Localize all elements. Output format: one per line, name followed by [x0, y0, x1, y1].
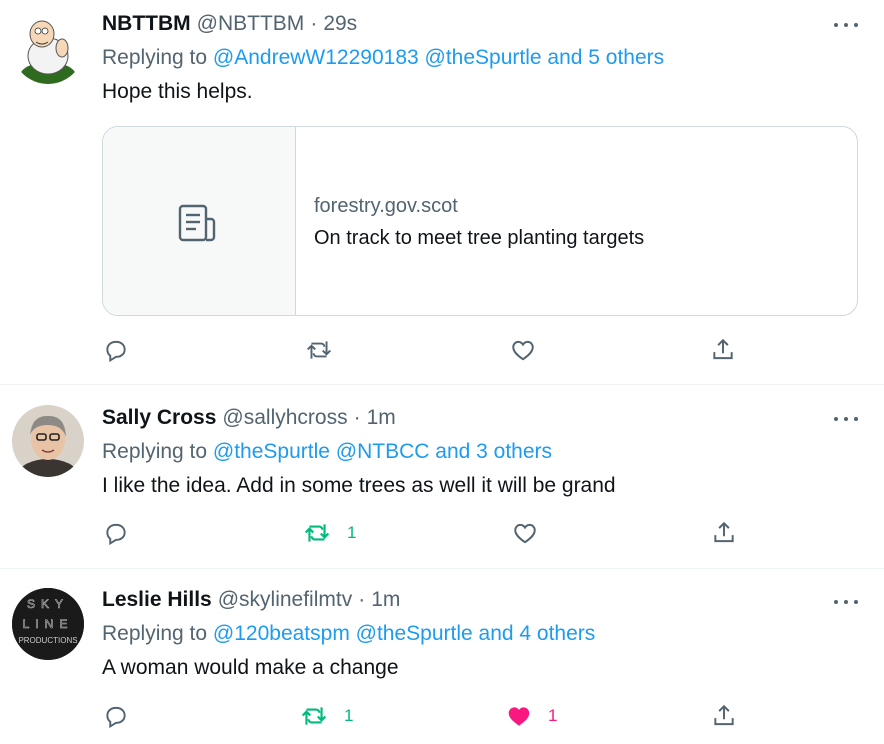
avatar[interactable]: [12, 405, 84, 477]
replying-prefix: Replying to: [102, 440, 208, 463]
replying-prefix: Replying to: [102, 46, 208, 69]
heart-icon: [512, 340, 534, 361]
display-name[interactable]: NBTTBM: [102, 12, 191, 36]
like-button[interactable]: [512, 520, 538, 546]
reply-button[interactable]: [103, 703, 129, 729]
heart-filled-icon: [508, 707, 530, 726]
reply-icon: [106, 706, 126, 729]
replying-to: Replying to @theSpurtle @NTBCC and 3 oth…: [102, 440, 552, 464]
more-options-icon[interactable]: [834, 21, 858, 29]
separator-dot: ·: [358, 588, 366, 611]
like-button[interactable]: [510, 337, 536, 363]
tweet-actions: 1: [0, 520, 884, 550]
svg-text:SKY: SKY: [27, 597, 69, 611]
display-name[interactable]: Leslie Hills: [102, 588, 212, 612]
retweet-count: 1: [344, 706, 354, 725]
tweet-header: Sally Cross @sallyhcross · 1m: [102, 406, 396, 430]
user-handle[interactable]: @NBTTBM: [197, 12, 305, 36]
share-button[interactable]: [710, 337, 736, 363]
tweet[interactable]: SKY LINE PRODUCTIONS Leslie Hills @skyli…: [0, 568, 884, 744]
like-count: 1: [548, 706, 558, 725]
reply-button[interactable]: [103, 337, 129, 363]
svg-text:LINE: LINE: [23, 617, 74, 631]
retweet-icon: [301, 707, 327, 725]
replying-links[interactable]: @AndrewW12290183 @theSpurtle and 5 other…: [213, 46, 664, 69]
share-icon: [714, 704, 734, 726]
share-icon: [714, 521, 734, 543]
reply-button[interactable]: [103, 520, 129, 546]
article-icon: [178, 204, 216, 242]
tweet-actions: 1 1: [0, 703, 884, 733]
avatar[interactable]: [12, 12, 84, 84]
tweet-text: Hope this helps.: [102, 80, 253, 103]
share-button[interactable]: [711, 520, 737, 546]
card-title: On track to meet tree planting targets: [314, 227, 645, 249]
retweet-icon: [307, 341, 331, 359]
reply-icon: [106, 523, 126, 546]
avatar[interactable]: SKY LINE PRODUCTIONS: [12, 588, 84, 660]
tweet-text: I like the idea. Add in some trees as we…: [102, 474, 616, 497]
display-name[interactable]: Sally Cross: [102, 406, 216, 430]
svg-text:PRODUCTIONS: PRODUCTIONS: [18, 636, 77, 645]
card-domain: forestry.gov.scot: [314, 195, 458, 217]
replying-to: Replying to @120beatspm @theSpurtle and …: [102, 622, 595, 646]
like-button[interactable]: 1: [506, 703, 557, 729]
timestamp[interactable]: 29s: [323, 12, 357, 36]
share-button[interactable]: [711, 703, 737, 729]
replying-links[interactable]: @120beatspm @theSpurtle and 4 others: [213, 622, 595, 645]
reply-icon: [106, 340, 126, 363]
replying-to: Replying to @AndrewW12290183 @theSpurtle…: [102, 46, 664, 70]
retweet-button[interactable]: [305, 337, 333, 363]
share-icon: [713, 338, 733, 360]
replying-links[interactable]: @theSpurtle @NTBCC and 3 others: [213, 440, 552, 463]
tweet-text: A woman would make a change: [102, 656, 399, 679]
separator-dot: ·: [353, 406, 361, 429]
retweet-count: 1: [347, 523, 357, 542]
tweet[interactable]: NBTTBM @NBTTBM · 29s Replying to @Andrew…: [0, 0, 884, 384]
user-handle[interactable]: @sallyhcross: [222, 406, 347, 430]
tweet-header: NBTTBM @NBTTBM · 29s: [102, 12, 357, 36]
tweet-actions: [0, 337, 884, 367]
heart-icon: [514, 523, 536, 544]
more-options-icon[interactable]: [834, 415, 858, 423]
card-thumbnail: [103, 127, 296, 315]
retweet-icon: [304, 524, 330, 542]
timestamp[interactable]: 1m: [371, 588, 400, 612]
tweet[interactable]: Sally Cross @sallyhcross · 1m Replying t…: [0, 384, 884, 568]
retweet-button[interactable]: 1: [303, 520, 356, 546]
user-handle[interactable]: @skylinefilmtv: [218, 588, 353, 612]
replying-prefix: Replying to: [102, 622, 208, 645]
link-card[interactable]: forestry.gov.scot On track to meet tree …: [102, 126, 858, 316]
retweet-button[interactable]: 1: [300, 703, 353, 729]
separator-dot: ·: [310, 12, 318, 35]
more-options-icon[interactable]: [834, 598, 858, 606]
timestamp[interactable]: 1m: [367, 406, 396, 430]
tweet-header: Leslie Hills @skylinefilmtv · 1m: [102, 588, 400, 612]
